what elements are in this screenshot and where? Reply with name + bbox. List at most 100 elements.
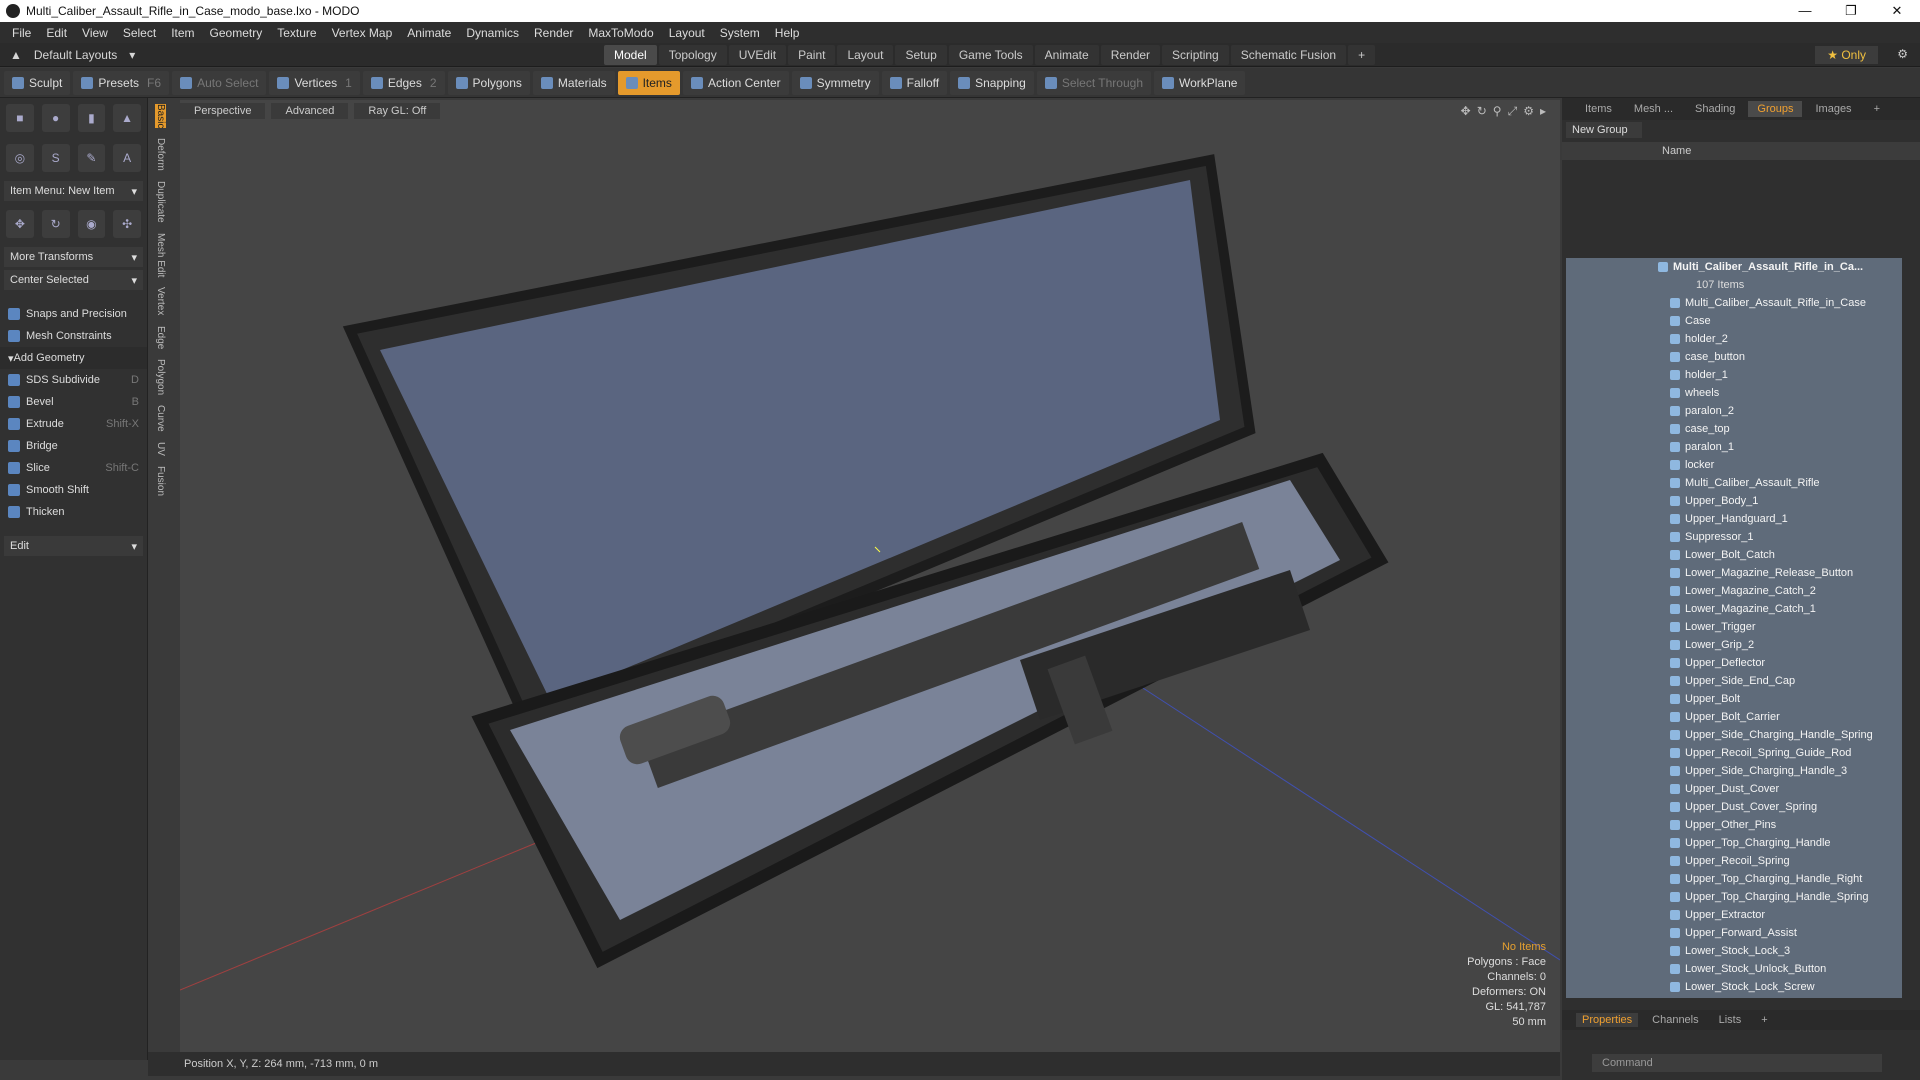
tree-item[interactable]: holder_1 <box>1566 366 1902 384</box>
new-group-button[interactable]: New Group <box>1566 122 1642 138</box>
fit-icon[interactable]: ⤢ <box>1508 104 1518 119</box>
gear-icon[interactable]: ⚙ <box>1897 47 1908 61</box>
settings-icon[interactable]: ⚙ <box>1523 104 1534 119</box>
vtab-curve[interactable]: Curve <box>155 405 166 432</box>
command-input[interactable]: Command <box>1592 1054 1882 1072</box>
cube-icon[interactable]: ■ <box>6 104 34 132</box>
advanced-button[interactable]: Advanced <box>271 103 349 119</box>
groups-tree[interactable]: Multi_Caliber_Assault_Rifle_in_Ca... 107… <box>1566 258 1902 998</box>
tree-item[interactable]: Multi_Caliber_Assault_Rifle_in_Case <box>1566 294 1902 312</box>
tree-item[interactable]: Upper_Extractor <box>1566 906 1902 924</box>
item-menu-dropdown[interactable]: Item Menu: New Item ▾ <box>4 181 143 201</box>
slice-button[interactable]: Slice Shift-C <box>0 457 147 479</box>
menu-texture[interactable]: Texture <box>277 26 316 40</box>
tree-item[interactable]: Lower_Magazine_Catch_2 <box>1566 582 1902 600</box>
menu-geometry[interactable]: Geometry <box>210 26 263 40</box>
move-icon[interactable]: ✥ <box>6 210 34 238</box>
smooth-shift-button[interactable]: Smooth Shift <box>0 479 147 501</box>
tree-item[interactable]: Upper_Deflector <box>1566 654 1902 672</box>
tree-item[interactable]: Suppressor_1 <box>1566 528 1902 546</box>
layout-dropdown[interactable]: ▲ Default Layouts ▾ <box>10 48 170 62</box>
tab-schematic-fusion[interactable]: Schematic Fusion <box>1230 45 1347 65</box>
tab-channels[interactable]: Channels <box>1646 1013 1704 1027</box>
snapping-button[interactable]: Snapping <box>950 70 1034 95</box>
torus-icon[interactable]: ◎ <box>6 144 34 172</box>
center-selected-dropdown[interactable]: Center Selected ▾ <box>4 270 143 290</box>
add-tab-button[interactable]: + <box>1755 1013 1773 1027</box>
cone-icon[interactable]: ▲ <box>113 104 141 132</box>
tab-game-tools[interactable]: Game Tools <box>948 45 1033 65</box>
tree-item[interactable]: Upper_Top_Charging_Handle_Spring <box>1566 888 1902 906</box>
mesh-constraints-button[interactable]: Mesh Constraints <box>0 325 147 347</box>
vtab-duplicate[interactable]: Duplicate <box>155 181 166 223</box>
orbit-icon[interactable]: ↻ <box>1477 104 1487 119</box>
tab-lists[interactable]: Lists <box>1713 1013 1748 1027</box>
sds-subdivide-button[interactable]: SDS Subdivide D <box>0 369 147 391</box>
presets-button[interactable]: Presets F6 <box>73 70 170 95</box>
menu-select[interactable]: Select <box>123 26 156 40</box>
vtab-edge[interactable]: Edge <box>155 326 166 349</box>
capsule-icon[interactable]: S <box>41 144 70 172</box>
tree-item[interactable]: Lower_Stock_Unlock_Button <box>1566 960 1902 978</box>
menu-view[interactable]: View <box>82 26 108 40</box>
symmetry-button[interactable]: Symmetry <box>791 70 879 95</box>
tree-item[interactable]: locker <box>1566 456 1902 474</box>
menu-help[interactable]: Help <box>775 26 800 40</box>
text-tool-icon[interactable]: A <box>113 144 141 172</box>
tree-item[interactable]: Upper_Recoil_Spring <box>1566 852 1902 870</box>
tree-item[interactable]: Case <box>1566 312 1902 330</box>
tree-item[interactable]: Upper_Forward_Assist <box>1566 924 1902 942</box>
tree-item[interactable]: case_button <box>1566 348 1902 366</box>
tree-item[interactable]: Upper_Handguard_1 <box>1566 510 1902 528</box>
menu-maxtomodo[interactable]: MaxToModo <box>588 26 653 40</box>
falloff-button[interactable]: Falloff <box>881 70 948 95</box>
menu-animate[interactable]: Animate <box>407 26 451 40</box>
tab-mesh[interactable]: Mesh ... <box>1625 101 1682 117</box>
tree-item[interactable]: Lower_Trigger <box>1566 618 1902 636</box>
tree-root[interactable]: Multi_Caliber_Assault_Rifle_in_Ca... <box>1566 258 1902 276</box>
tree-item[interactable]: Upper_Side_End_Cap <box>1566 672 1902 690</box>
menu-system[interactable]: System <box>720 26 760 40</box>
tab-setup[interactable]: Setup <box>895 45 947 65</box>
tree-item[interactable]: paralon_2 <box>1566 402 1902 420</box>
add-tab-button[interactable]: + <box>1348 45 1376 65</box>
vtab-mesh-edit[interactable]: Mesh Edit <box>155 233 166 277</box>
tab-render[interactable]: Render <box>1100 45 1161 65</box>
snaps-precision-button[interactable]: Snaps and Precision <box>0 303 147 325</box>
auto-select-button[interactable]: Auto Select <box>172 70 267 95</box>
action-center-button[interactable]: Action Center <box>682 70 789 95</box>
tree-item[interactable]: case_top <box>1566 420 1902 438</box>
transform-icon[interactable]: ✣ <box>113 210 141 238</box>
tab-uvedit[interactable]: UVEdit <box>728 45 787 65</box>
tree-item[interactable]: Upper_Dust_Cover <box>1566 780 1902 798</box>
tree-item[interactable]: Lower_Stock_Lock_3 <box>1566 942 1902 960</box>
tab-properties[interactable]: Properties <box>1576 1013 1639 1027</box>
scale-icon[interactable]: ◉ <box>77 210 106 238</box>
tab-scripting[interactable]: Scripting <box>1162 45 1229 65</box>
items-button[interactable]: Items <box>617 70 680 95</box>
expand-arrow-icon[interactable]: ▸ <box>1540 104 1546 119</box>
add-geometry-header[interactable]: ▾ Add Geometry <box>0 347 147 369</box>
vtab-basic[interactable]: Basic <box>155 104 166 129</box>
tree-item[interactable]: paralon_1 <box>1566 438 1902 456</box>
select-through-button[interactable]: Select Through <box>1036 70 1151 95</box>
tab-items[interactable]: Items <box>1576 101 1621 117</box>
tree-item[interactable]: Lower_Grip_2 <box>1566 636 1902 654</box>
zoom-icon[interactable]: ⚲ <box>1493 104 1502 119</box>
menu-render[interactable]: Render <box>534 26 573 40</box>
tree-item[interactable]: Upper_Top_Charging_Handle <box>1566 834 1902 852</box>
tab-paint[interactable]: Paint <box>788 45 836 65</box>
tab-images[interactable]: Images <box>1806 101 1860 117</box>
menu-item[interactable]: Item <box>171 26 194 40</box>
tree-item[interactable]: Lower_Stock_Lock_Screw <box>1566 978 1902 996</box>
perspective-button[interactable]: Perspective <box>180 103 266 119</box>
vtab-deform[interactable]: Deform <box>155 138 166 171</box>
3d-viewport[interactable]: Perspective Advanced Ray GL: Off ✥ ↻ ⚲ ⤢… <box>180 100 1560 1060</box>
vtab-polygon[interactable]: Polygon <box>155 359 166 395</box>
tree-item[interactable]: Lower_Magazine_Catch_1 <box>1566 600 1902 618</box>
bevel-button[interactable]: Bevel B <box>0 391 147 413</box>
vertices-button[interactable]: Vertices 1 <box>269 70 360 95</box>
vtab-vertex[interactable]: Vertex <box>155 287 166 315</box>
tree-item[interactable]: Lower_Magazine_Release_Button <box>1566 564 1902 582</box>
raygl-button[interactable]: Ray GL: Off <box>354 103 441 119</box>
